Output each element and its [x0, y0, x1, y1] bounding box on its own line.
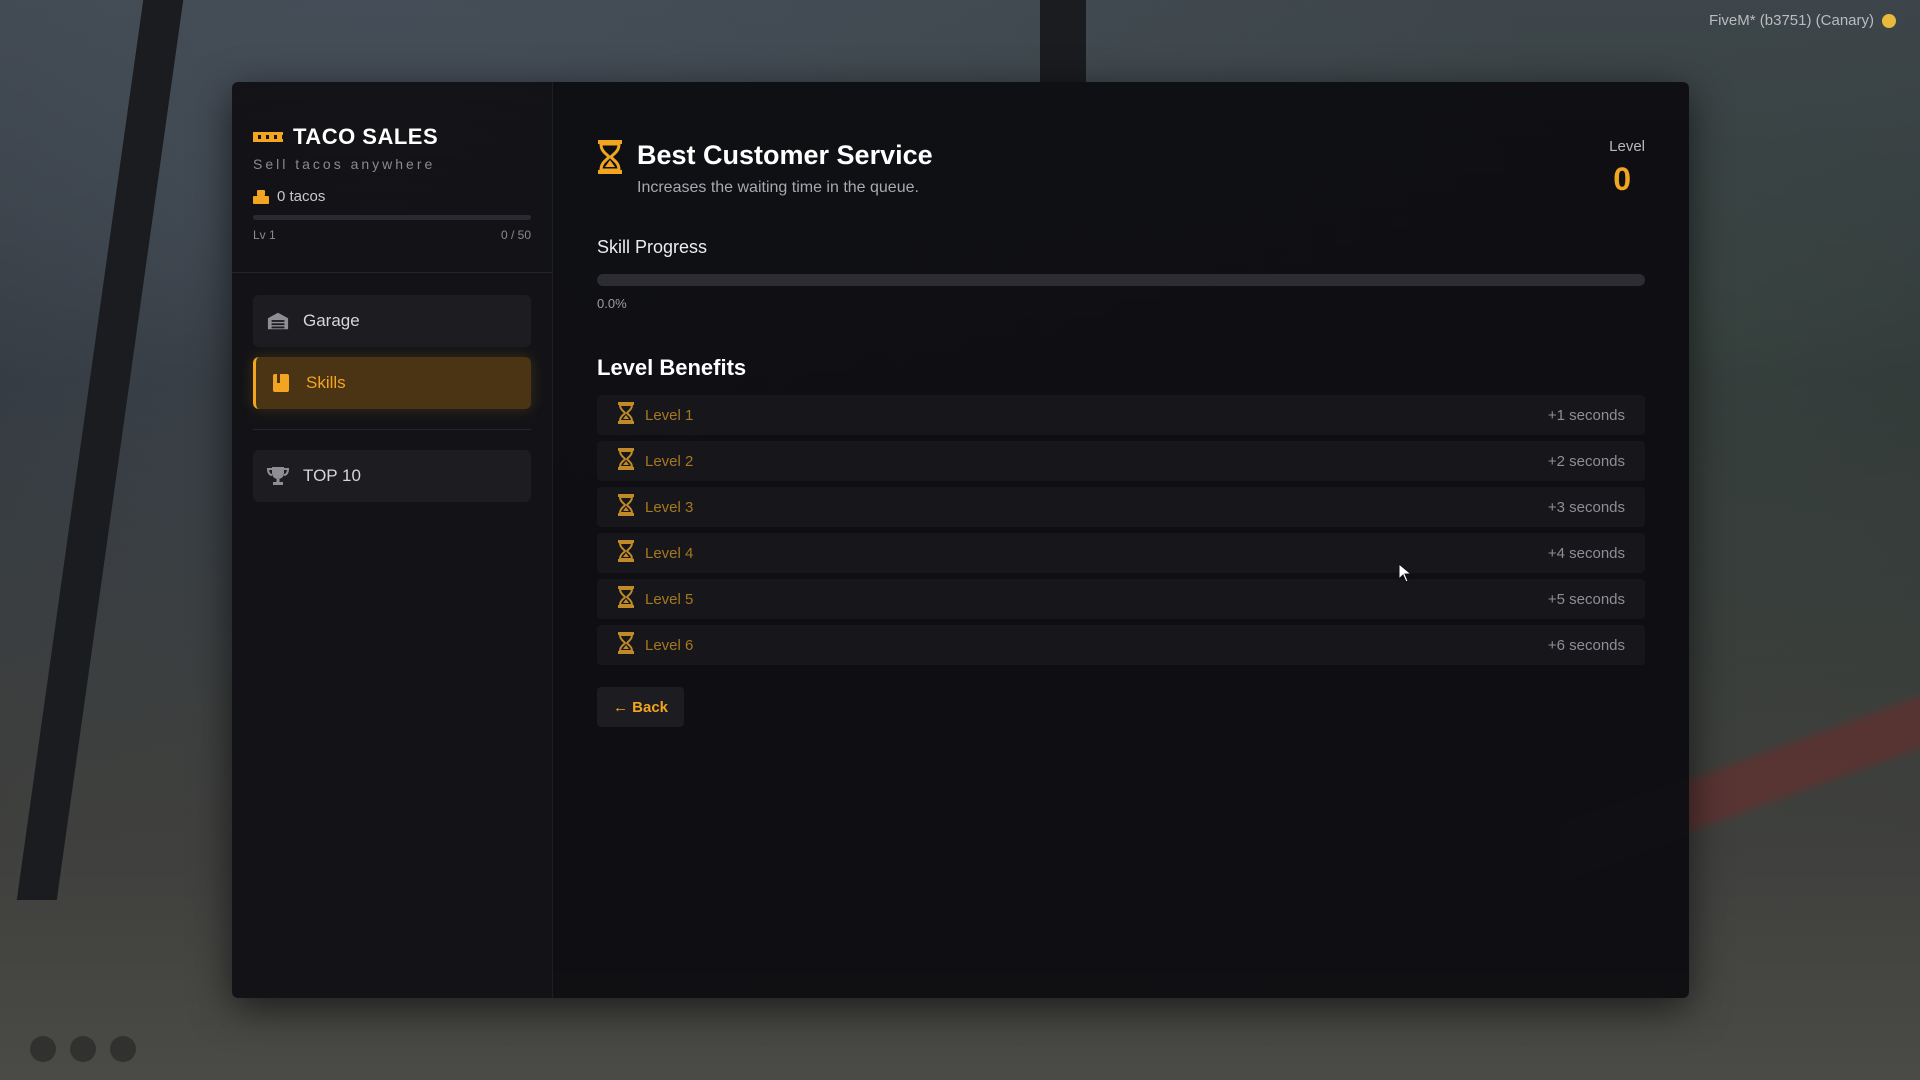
skill-header: Best Customer Service Increases the wait…: [597, 140, 1645, 197]
hud-mic-icon: [30, 1036, 56, 1062]
nav-item-top10[interactable]: TOP 10: [253, 450, 531, 502]
nav-item-skills[interactable]: Skills: [253, 357, 531, 409]
benefit-value: +3 seconds: [1547, 498, 1625, 516]
benefit-level: Level 2: [645, 452, 694, 470]
skill-progress-percent: 0.0%: [597, 296, 627, 311]
benefit-value: +4 seconds: [1547, 544, 1625, 562]
brand-subtitle: Sell tacos anywhere: [253, 156, 436, 172]
benefit-value: +5 seconds: [1547, 590, 1625, 608]
benefit-row: Level 3 +3 seconds: [597, 487, 1645, 527]
xp-progress-bar: [253, 215, 531, 220]
benefit-row: Level 4 +4 seconds: [597, 533, 1645, 573]
skill-level-value: 0: [1613, 161, 1631, 197]
taco-count-label: 0 tacos: [277, 188, 326, 205]
back-button[interactable]: ← Back: [597, 687, 685, 727]
benefit-level: Level 4: [645, 544, 694, 562]
hourglass-icon: [617, 539, 635, 567]
benefit-left: Level 1: [617, 401, 694, 429]
skill-detail-panel: Best Customer Service Increases the wait…: [553, 82, 1689, 998]
skill-description: Increases the waiting time in the queue.: [637, 179, 919, 196]
garage-icon: [267, 311, 289, 331]
xp-text: 0 / 50: [500, 228, 531, 242]
hourglass-icon: [617, 401, 635, 429]
nav-label: Garage: [303, 311, 360, 330]
scene-pole-top: [1040, 0, 1086, 82]
taco-logo-icon: [253, 131, 283, 143]
benefit-row: Level 2 +2 seconds: [597, 441, 1645, 481]
benefit-value: +1 seconds: [1547, 406, 1625, 424]
benefit-level: Level 3: [645, 498, 694, 516]
taco-box-icon: [253, 189, 269, 204]
skill-heading: Best Customer Service Increases the wait…: [637, 140, 933, 197]
sidebar: TACO SALES Sell tacos anywhere 0 tacos L…: [232, 82, 553, 998]
nav-divider: [253, 429, 531, 430]
skill-progress-bar: [597, 274, 1645, 286]
brand-title: TACO SALES: [293, 124, 439, 149]
hourglass-icon: [597, 140, 623, 179]
benefit-left: Level 2: [617, 447, 694, 475]
benefit-level: Level 6: [645, 636, 694, 654]
benefit-level: Level 1: [645, 406, 694, 424]
benefit-row: Level 1 +1 seconds: [597, 395, 1645, 435]
taco-sales-window: TACO SALES Sell tacos anywhere 0 tacos L…: [232, 82, 1689, 998]
skill-progress-title: Skill Progress: [597, 237, 708, 257]
benefit-value: +6 seconds: [1547, 636, 1625, 654]
nav-item-garage[interactable]: Garage: [253, 295, 531, 347]
level-benefits-list: Level 1 +1 seconds Level 2 +2 seconds Level …: [597, 395, 1645, 665]
skill-level-box: Level 0: [1609, 138, 1645, 198]
benefit-level: Level 5: [645, 590, 694, 608]
fivem-status-icon: [1882, 13, 1896, 28]
level-benefits-title: Level Benefits: [597, 355, 747, 380]
benefit-row: Level 6 +6 seconds: [597, 625, 1645, 665]
hourglass-icon: [617, 447, 635, 475]
player-level: Lv 1: [253, 228, 276, 242]
sidebar-divider: [232, 272, 552, 273]
trophy-icon: [267, 466, 289, 486]
skill-title: Best Customer Service: [637, 140, 933, 170]
nav-label: Skills: [306, 373, 346, 392]
fivem-build-label: FiveM* (b3751) (Canary): [1709, 12, 1896, 29]
benefit-row: Level 5 +5 seconds: [597, 579, 1645, 619]
book-icon: [270, 373, 292, 393]
hud-indicators: [30, 1036, 136, 1062]
benefit-left: Level 5: [617, 585, 694, 613]
hourglass-icon: [617, 585, 635, 613]
benefit-left: Level 4: [617, 539, 694, 567]
xp-row: Lv 1 0 / 50: [253, 228, 531, 242]
benefit-left: Level 6: [617, 631, 694, 659]
skill-level-label: Level: [1609, 138, 1645, 155]
brand: TACO SALES: [253, 124, 531, 150]
hourglass-icon: [617, 631, 635, 659]
nav-label: TOP 10: [303, 466, 361, 485]
hourglass-icon: [617, 493, 635, 521]
benefit-left: Level 3: [617, 493, 694, 521]
hud-voice-icon: [110, 1036, 136, 1062]
mouse-cursor-icon: [1398, 563, 1412, 583]
taco-count: 0 tacos: [253, 188, 531, 205]
benefit-value: +2 seconds: [1547, 452, 1625, 470]
hud-status-icon: [70, 1036, 96, 1062]
scene-pole-left: [16, 0, 184, 900]
